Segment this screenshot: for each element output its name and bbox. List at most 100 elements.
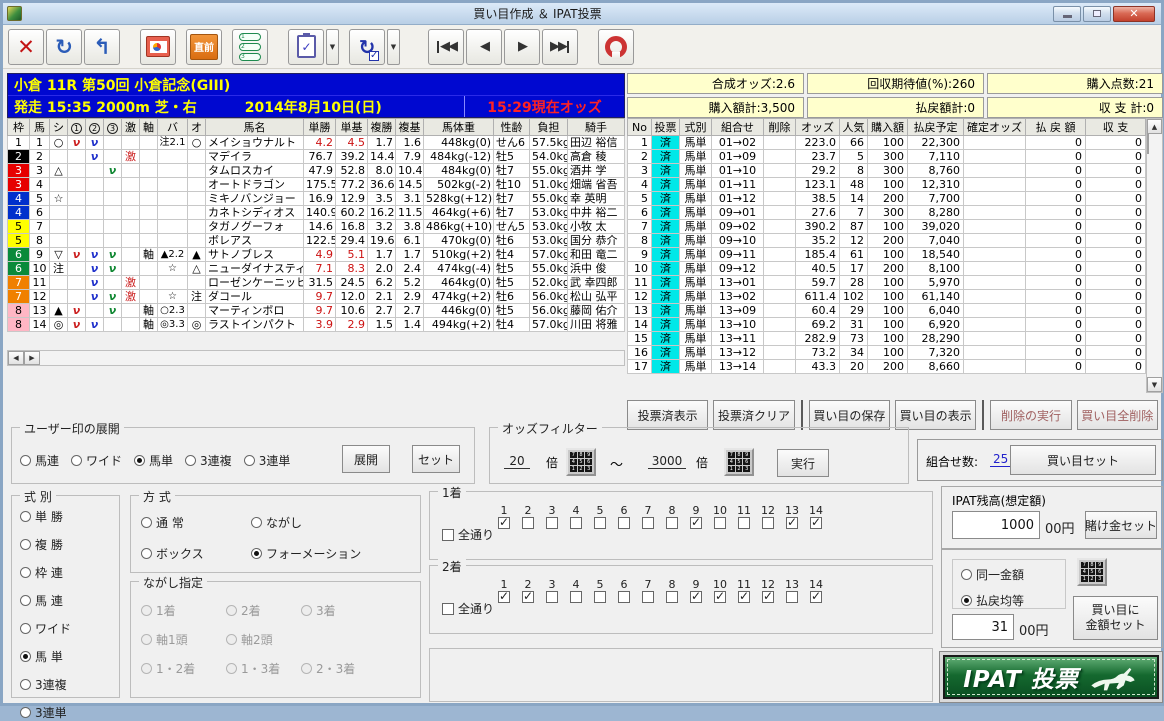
checkbox-icon[interactable]: [594, 591, 606, 603]
set-amount-button[interactable]: 買い目に 金額セット: [1073, 596, 1158, 640]
sync-vote-button[interactable]: ↻: [349, 28, 385, 65]
mark2-cell[interactable]: [85, 163, 104, 178]
delete-flag-cell[interactable]: [763, 345, 796, 360]
prev-race-button[interactable]: ◀: [466, 28, 502, 65]
mark1-cell[interactable]: [67, 191, 86, 206]
horse-number-select[interactable]: 2: [516, 504, 540, 529]
jra-button[interactable]: [598, 28, 634, 65]
delete-flag-cell[interactable]: [763, 359, 796, 374]
radio-icon[interactable]: [20, 455, 31, 466]
delete-flag-cell[interactable]: [763, 275, 796, 290]
user-mark-cell[interactable]: ☆: [49, 191, 68, 206]
mark3-cell[interactable]: [103, 135, 122, 150]
all-horses-checkbox[interactable]: 全通り: [442, 526, 494, 543]
delete-all-button[interactable]: 買い目全削除: [1076, 400, 1158, 430]
mark1-cell[interactable]: [67, 163, 86, 178]
odds-monitor-button[interactable]: [140, 28, 176, 65]
mark3-cell[interactable]: [103, 177, 122, 192]
radio-icon[interactable]: [20, 623, 31, 634]
marks-list-button[interactable]: 123: [232, 28, 268, 65]
user-mark-cell[interactable]: ▽: [49, 247, 68, 262]
mark2-cell[interactable]: [85, 191, 104, 206]
checkbox-icon[interactable]: [810, 589, 822, 603]
mark3-cell[interactable]: ν: [103, 247, 122, 262]
horse-row[interactable]: 4 6 カネトシディオス 140.9 60.2 16.2 11.5 464kg(…: [7, 205, 625, 220]
checkbox-icon[interactable]: [666, 517, 678, 529]
horse-number-select[interactable]: 9: [684, 578, 708, 603]
horse-row[interactable]: 2 2 ν 激 マデイラ 76.7 39.2 14.4 7.9 484kg(-1…: [7, 149, 625, 164]
radio-icon[interactable]: [20, 567, 31, 578]
user-mark-cell[interactable]: [49, 205, 68, 220]
bet-table-vscrollbar[interactable]: ▲ ▼: [1146, 118, 1163, 393]
horse-row[interactable]: 3 4 オートドラゴン 175.5 77.2 36.6 14.5 502kg(-…: [7, 177, 625, 192]
horse-row[interactable]: 8 14 ◎ ν ν 軸 ◎3.3 ◎ ラストインパクト 3.9 2.9 1.5…: [7, 317, 625, 332]
checkbox-icon[interactable]: [498, 515, 510, 529]
mark2-cell[interactable]: [85, 219, 104, 234]
delete-flag-cell[interactable]: [763, 177, 796, 192]
user-mark-cell[interactable]: [49, 219, 68, 234]
radio-icon[interactable]: [251, 548, 262, 559]
horse-number-select[interactable]: 10: [708, 578, 732, 603]
next-race-button[interactable]: ▶: [504, 28, 540, 65]
mark1-cell[interactable]: [67, 275, 86, 290]
checkbox-icon[interactable]: [810, 515, 822, 529]
horse-row[interactable]: 3 3 △ ν タムロスカイ 47.9 52.8 8.0 10.4 484kg(…: [7, 163, 625, 178]
mark2-cell[interactable]: [85, 303, 104, 318]
chokuzen-button[interactable]: 直前: [186, 28, 222, 65]
mark3-cell[interactable]: ν: [103, 303, 122, 318]
horse-number-select[interactable]: 6: [612, 504, 636, 529]
horse-number-select[interactable]: 4: [564, 578, 588, 603]
checkbox-icon[interactable]: [666, 591, 678, 603]
mark1-cell[interactable]: ν: [67, 303, 86, 318]
radio-icon[interactable]: [251, 517, 262, 528]
mark3-cell[interactable]: [103, 149, 122, 164]
horse-row[interactable]: 4 5 ☆ ミキノバンジョー 16.9 12.9 3.5 3.1 528kg(+…: [7, 191, 625, 206]
horse-number-select[interactable]: 14: [804, 578, 828, 603]
bet-type-option[interactable]: 馬 連: [20, 592, 71, 609]
horse-row[interactable]: 8 13 ▲ ν ν 軸 ○2.3 マーティンボロ 9.7 10.6 2.7 2…: [7, 303, 625, 318]
checkbox-icon[interactable]: [642, 591, 654, 603]
user-mark-cell[interactable]: [49, 275, 68, 290]
delete-flag-cell[interactable]: [763, 219, 796, 234]
bet-row[interactable]: 5 済 馬単 01→12 38.5 14 200 7,700 0 0: [627, 191, 1146, 206]
checkbox-icon[interactable]: [762, 589, 774, 603]
mark2-cell[interactable]: ν: [85, 261, 104, 276]
delete-flag-cell[interactable]: [763, 205, 796, 220]
bet-type-option[interactable]: 3連複: [20, 676, 71, 693]
bet-type-option[interactable]: 単 勝: [20, 508, 71, 525]
horse-number-select[interactable]: 8: [660, 578, 684, 603]
delete-flag-cell[interactable]: [763, 303, 796, 318]
mark2-cell[interactable]: [85, 205, 104, 220]
mark1-cell[interactable]: ν: [67, 247, 86, 262]
mark2-cell[interactable]: ν: [85, 275, 104, 290]
bet-row[interactable]: 2 済 馬単 01→09 23.7 5 300 7,110 0 0: [627, 149, 1146, 164]
horse-number-select[interactable]: 9: [684, 504, 708, 529]
undo-button[interactable]: ↰: [84, 28, 120, 65]
numpad-icon[interactable]: 789456123: [1077, 558, 1107, 586]
bet-row[interactable]: 16 済 馬単 13→12 73.2 34 100 7,320 0 0: [627, 345, 1146, 360]
horse-row[interactable]: 6 9 ▽ ν ν ν 軸 ▲2.2 ▲ サトノブレス 4.9 5.1 1.7 …: [7, 247, 625, 262]
show-voted-button[interactable]: 投票済表示: [627, 400, 709, 430]
delete-flag-cell[interactable]: [763, 191, 796, 206]
user-mark-cell[interactable]: ▲: [49, 303, 68, 318]
checkbox-icon[interactable]: [714, 517, 726, 529]
horse-number-select[interactable]: 4: [564, 504, 588, 529]
all-horses-checkbox[interactable]: 全通り: [442, 600, 494, 617]
mark1-cell[interactable]: [67, 289, 86, 304]
bet-row[interactable]: 11 済 馬単 13→01 59.7 28 100 5,970 0 0: [627, 275, 1146, 290]
user-mark-cell[interactable]: [49, 233, 68, 248]
horse-number-select[interactable]: 3: [540, 578, 564, 603]
checkbox-icon[interactable]: [618, 591, 630, 603]
radio-icon[interactable]: [20, 679, 31, 690]
mark2-cell[interactable]: ν: [85, 135, 104, 150]
horse-row[interactable]: 1 1 ○ ν ν 注2.1 ○ メイショウナルト 4.2 4.5 1.7 1.…: [7, 135, 625, 150]
user-mark-option[interactable]: ワイド: [71, 452, 122, 469]
user-mark-cell[interactable]: [49, 149, 68, 164]
mark2-cell[interactable]: ν: [85, 289, 104, 304]
horse-number-select[interactable]: 7: [636, 504, 660, 529]
checkbox-icon[interactable]: [522, 589, 534, 603]
delete-flag-cell[interactable]: [763, 233, 796, 248]
checkbox-icon[interactable]: [442, 528, 454, 541]
checkbox-icon[interactable]: [570, 517, 582, 529]
numpad-icon[interactable]: 789456123: [566, 448, 596, 476]
